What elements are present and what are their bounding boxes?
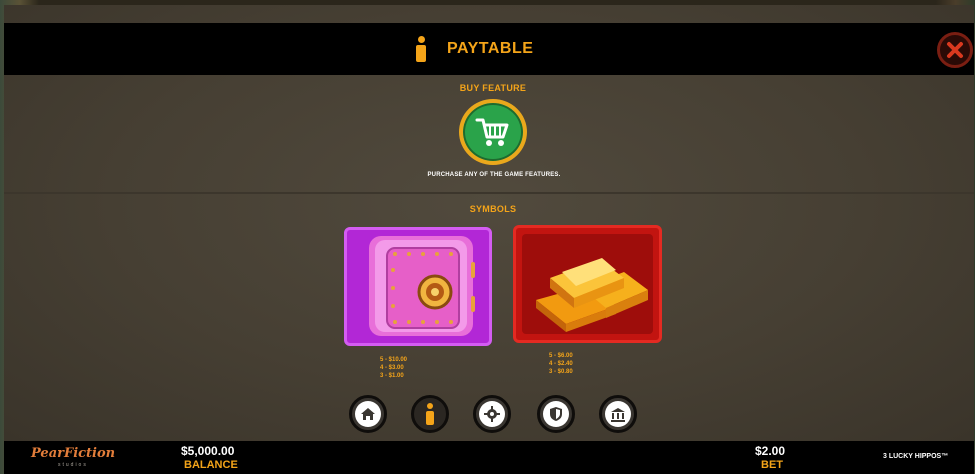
bank-icon bbox=[611, 407, 625, 422]
symbols-heading: SYMBOLS bbox=[469, 204, 517, 214]
balance-value: $5,000.00 bbox=[181, 444, 235, 458]
gold-payout-5: 5 - $6.00 bbox=[549, 353, 573, 359]
bet-value: $2.00 bbox=[755, 444, 786, 458]
gear-icon bbox=[484, 406, 500, 422]
info-icon bbox=[415, 36, 427, 62]
rules-button[interactable] bbox=[537, 395, 575, 433]
close-button[interactable] bbox=[937, 32, 973, 68]
settings-button[interactable] bbox=[473, 395, 511, 433]
buy-feature-description: PURCHASE ANY OF THE GAME FEATURES. bbox=[427, 172, 561, 178]
shield-icon bbox=[550, 407, 562, 421]
game-name: 3 LUCKY HIPPOS™ bbox=[883, 453, 949, 460]
buy-feature-button[interactable] bbox=[459, 99, 527, 165]
home-button[interactable] bbox=[349, 395, 387, 433]
close-icon bbox=[947, 42, 963, 58]
buy-feature-heading: BUY FEATURE bbox=[459, 83, 527, 93]
status-bar bbox=[4, 441, 974, 474]
gold-bars-payouts: 5 - $6.00 4 - $2.40 3 - $0.80 bbox=[549, 352, 573, 376]
home-icon bbox=[361, 408, 375, 420]
safe-symbol bbox=[344, 227, 492, 346]
header-title-group: PAYTABLE bbox=[415, 36, 533, 62]
studio-logo-sub: studios bbox=[58, 462, 88, 468]
shopping-cart-icon bbox=[475, 118, 509, 146]
safe-payout-5: 5 - $10.00 bbox=[380, 357, 408, 363]
gold-payout-3: 3 - $0.80 bbox=[549, 369, 573, 375]
studio-logo: PearFiction bbox=[31, 446, 116, 461]
safe-payout-3: 3 - $1.00 bbox=[380, 373, 404, 379]
gold-bars-icon bbox=[522, 234, 653, 334]
info-button[interactable] bbox=[411, 395, 449, 433]
bank-button[interactable] bbox=[599, 395, 637, 433]
bet-label: BET bbox=[761, 459, 783, 471]
safe-payouts: 5 - $10.00 4 - $3.00 3 - $1.00 bbox=[380, 356, 407, 380]
info-icon bbox=[426, 403, 434, 425]
gold-bars-symbol bbox=[513, 225, 662, 343]
page-title: PAYTABLE bbox=[447, 40, 534, 57]
balance-label: BALANCE bbox=[184, 459, 238, 471]
gold-payout-4: 4 - $2.40 bbox=[549, 361, 573, 367]
safe-payout-4: 4 - $3.00 bbox=[380, 365, 404, 371]
section-divider bbox=[4, 192, 974, 194]
safe-icon bbox=[369, 236, 475, 336]
